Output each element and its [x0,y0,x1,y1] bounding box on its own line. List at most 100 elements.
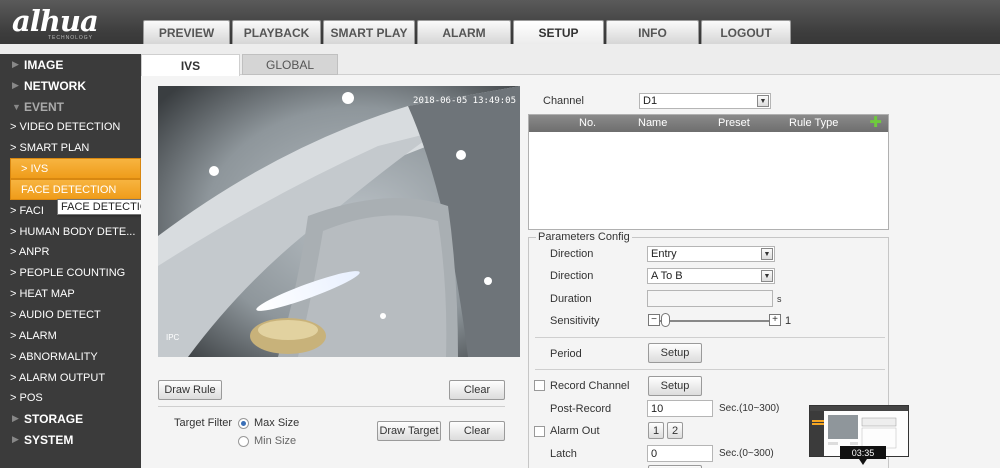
video-preview[interactable]: 2018-06-05 13:49:05 IPC [158,86,520,357]
latch-range: Sec.(0~300) [719,448,774,459]
target-filter-label: Target Filter [174,417,233,429]
sidebar-item-image[interactable]: ▶ IMAGE [0,54,141,75]
draw-rule-button[interactable]: Draw Rule [158,380,222,400]
sidebar-item-storage[interactable]: ▶ STORAGE [0,408,141,429]
col-name: Name [638,117,668,129]
sidebar-item-smart-plan[interactable]: > SMART PLAN [0,137,141,158]
sidebar-item-face-detection[interactable]: FACE DETECTION [10,179,141,200]
sensitivity-value: 1 [785,315,792,327]
sidebar-item-alarm[interactable]: > ALARM [0,325,141,346]
rule-table-header: No. Name Preset Rule Type ✚ [529,115,888,132]
col-no: No. [579,117,597,129]
channel-select[interactable]: D1 ▼ [639,93,771,109]
chevron-down-icon: ▼ [761,248,773,260]
subtab-bar: IVS GLOBAL [141,54,1000,76]
direction-ab-label: Direction [550,270,594,282]
chevron-right-icon: ▶ [12,434,19,444]
channel-label: Channel [543,95,584,107]
sidebar-item-label: STORAGE [24,411,84,426]
max-size-label: Max Size [254,417,300,429]
chevron-down-icon: ▼ [757,95,769,107]
post-record-input[interactable]: 10 [647,400,713,417]
sidebar-item-human-body-detection[interactable]: > HUMAN BODY DETE... [0,221,141,242]
clear-target-button[interactable]: Clear [449,421,505,441]
thumbnail-timestamp: 03:35 [840,446,886,459]
chevron-right-icon: ▶ [12,80,19,90]
sidebar-item-pos[interactable]: > POS [0,387,141,408]
header: alhua TECHNOLOGY PREVIEW PLAYBACK SMART … [0,0,1000,54]
period-setup-button[interactable]: Setup [648,343,702,363]
nav-tab-smart-play[interactable]: SMART PLAY [323,20,415,44]
main-nav: PREVIEW PLAYBACK SMART PLAY ALARM SETUP … [143,20,791,44]
nav-tab-playback[interactable]: PLAYBACK [232,20,321,44]
sidebar-item-network[interactable]: ▶ NETWORK [0,75,141,96]
rule-table: No. Name Preset Rule Type ✚ [528,114,889,230]
video-camera-label: IPC [166,333,180,342]
tab-ivs[interactable]: IVS [141,54,240,76]
direction-value: Entry [651,248,677,260]
draw-target-button[interactable]: Draw Target [377,421,441,441]
record-channel-checkbox[interactable] [534,380,545,391]
sidebar-item-ivs[interactable]: > IVS [10,158,141,179]
sidebar-item-anpr[interactable]: > ANPR [0,241,141,262]
post-record-range: Sec.(10~300) [719,403,780,414]
duration-unit: s [777,294,782,304]
brand-logo: alhua [12,4,99,38]
parameters-config-title: Parameters Config [536,231,632,243]
divider [535,369,885,370]
direction-select[interactable]: Entry ▼ [647,246,775,262]
sensitivity-slider-track [660,320,769,322]
nav-tab-info[interactable]: INFO [606,20,699,44]
alarm-out-label: Alarm Out [550,425,600,437]
sensitivity-slider-handle[interactable] [661,313,670,327]
sidebar: ▶ IMAGE ▶ NETWORK ▼ EVENT > VIDEO DETECTION… [0,54,141,468]
duration-input[interactable] [647,290,773,307]
nav-tab-setup[interactable]: SETUP [513,20,604,44]
brand-tagline: TECHNOLOGY [48,35,94,41]
max-size-radio[interactable] [238,418,249,429]
sensitivity-increase-button[interactable]: + [769,314,781,326]
record-channel-label: Record Channel [550,380,630,392]
direction-ab-select[interactable]: A To B ▼ [647,268,775,284]
sidebar-item-system[interactable]: ▶ SYSTEM [0,429,141,450]
clear-rule-button[interactable]: Clear [449,380,505,400]
min-size-label: Min Size [254,435,297,447]
sidebar-item-heat-map[interactable]: > HEAT MAP [0,283,141,304]
camera-image [158,86,520,357]
divider [535,337,885,338]
sensitivity-decrease-button[interactable]: − [648,314,660,326]
channel-value: D1 [643,95,658,107]
latch-label: Latch [550,448,577,460]
alarm-out-checkbox[interactable] [534,426,545,437]
sidebar-item-alarm-output[interactable]: > ALARM OUTPUT [0,367,141,388]
col-preset: Preset [718,117,750,129]
duration-label: Duration [550,293,592,305]
nav-tab-alarm[interactable]: ALARM [417,20,511,44]
sensitivity-label: Sensitivity [550,315,600,327]
header-strip [0,44,1000,54]
sidebar-item-video-detection[interactable]: > VIDEO DETECTION [0,116,141,137]
record-channel-setup-button[interactable]: Setup [648,376,702,396]
sidebar-item-people-counting[interactable]: > PEOPLE COUNTING [0,262,141,283]
sidebar-item-label: EVENT [24,99,65,114]
add-rule-icon[interactable]: ✚ [869,115,882,130]
tab-global[interactable]: GLOBAL [242,54,338,75]
sidebar-item-audio-detect[interactable]: > AUDIO DETECT [0,304,141,325]
min-size-radio[interactable] [238,436,249,447]
alarm-out-2-button[interactable]: 2 [667,422,683,439]
divider [158,406,505,407]
sidebar-item-event[interactable]: ▼ EVENT [0,96,141,117]
sidebar-item-label: SYSTEM [24,432,74,447]
sidebar-item-abnormality[interactable]: > ABNORMALITY [0,346,141,367]
alarm-out-1-button[interactable]: 1 [648,422,664,439]
direction-ab-value: A To B [651,270,683,282]
chevron-down-icon: ▼ [761,270,773,282]
sidebar-item-label: NETWORK [24,78,86,93]
chevron-right-icon: ▶ [12,413,19,423]
latch-input[interactable]: 0 [647,445,713,462]
thumbnail-pointer [859,459,867,465]
chevron-down-icon: ▼ [12,101,21,112]
direction-label: Direction [550,248,594,260]
nav-tab-preview[interactable]: PREVIEW [143,20,230,44]
nav-tab-logout[interactable]: LOGOUT [701,20,791,44]
